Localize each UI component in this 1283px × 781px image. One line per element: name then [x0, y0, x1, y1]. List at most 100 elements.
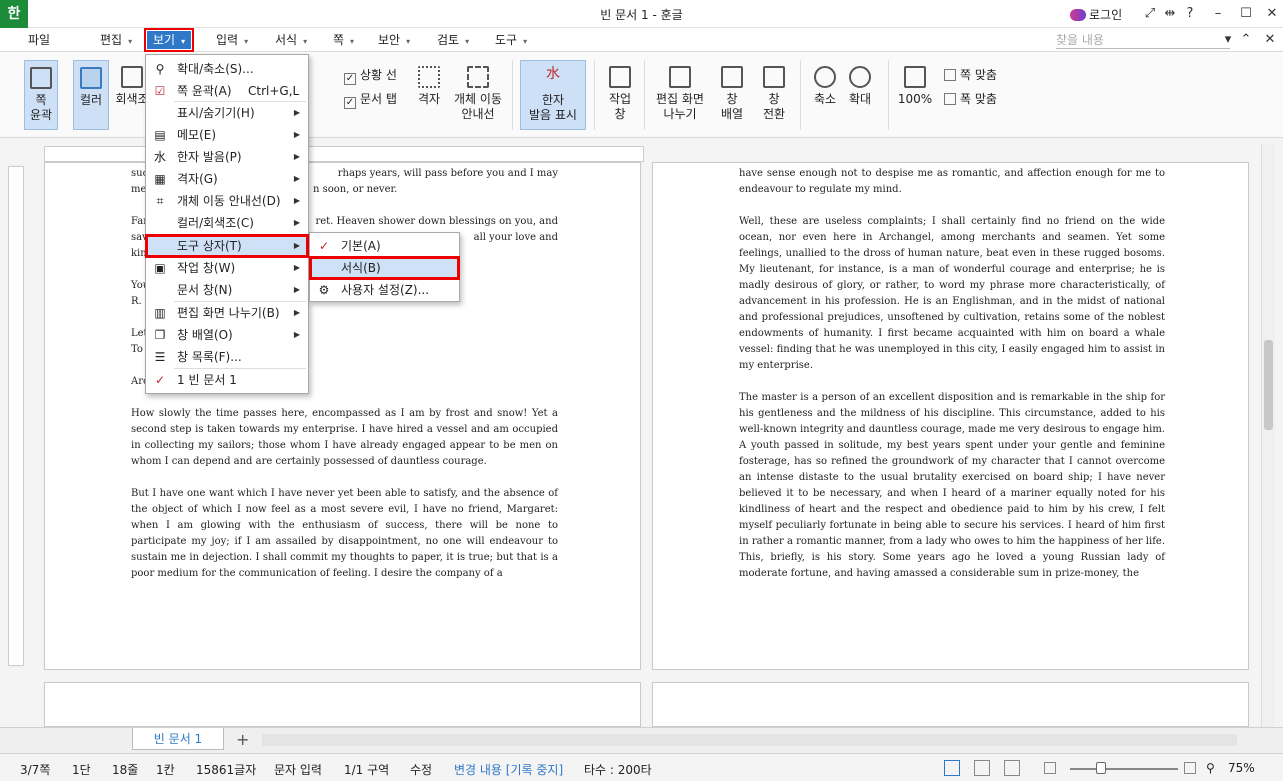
help-icon[interactable]: ? [1180, 4, 1200, 24]
doc-tab-checkbox[interactable]: ✓ 문서 탭 [344, 90, 397, 109]
title-bar: 한 빈 문서 1 - 훈글 로그인 ⤢ ⇹ ? – ☐ ✕ [0, 0, 1283, 28]
fit-page-button[interactable]: 쪽 맞춤 [944, 66, 997, 83]
submenu-arrow-icon: ▶ [293, 152, 300, 161]
view-menu-item-2[interactable]: 표시/숨기기(H) ▶ [146, 102, 308, 124]
view-width-icon[interactable] [974, 760, 990, 776]
menu-edit[interactable]: 편집 ▾ [100, 31, 132, 49]
menu-file[interactable]: 파일 [28, 31, 50, 49]
view-single-icon[interactable] [944, 760, 960, 776]
submenu-arrow-icon: ▶ [293, 218, 300, 227]
view-menu-item-13[interactable]: ☰ 창 목록(F)... [146, 346, 308, 368]
view-menu-item-1[interactable]: ☑ 쪽 윤곽(A) Ctrl+G,L [146, 80, 308, 102]
zoom-in-button[interactable]: 확대 [845, 66, 875, 107]
view-multi-icon[interactable] [1004, 760, 1020, 776]
search-icon[interactable]: ⚲ [1206, 761, 1215, 775]
object-guide-button[interactable]: 개체 이동 안내선 [450, 66, 506, 122]
zoom-in-icon[interactable] [1184, 762, 1196, 774]
view-menu-item-7[interactable]: 컬러/회색조(C) ▶ [146, 212, 308, 234]
paragraph: How slowly the time passes here, encompa… [131, 408, 558, 467]
zoom-out-icon[interactable] [1044, 762, 1056, 774]
minimize-icon[interactable]: – [1208, 4, 1228, 24]
hanja-icon: 水 [153, 150, 166, 164]
page-next-right[interactable] [652, 682, 1249, 727]
toolbox-item-2[interactable]: ⚙ 사용자 설정(Z)... [310, 279, 459, 301]
arrange-button[interactable]: 창 배열 [714, 66, 750, 122]
cascade-icon: ❐ [154, 328, 166, 342]
view-menu-item-10[interactable]: 문서 창(N) ▶ [146, 279, 308, 301]
zoom-slider-handle[interactable] [1096, 762, 1106, 774]
color-button[interactable]: 컬러 [73, 60, 109, 130]
login-button[interactable]: 로그인 [1070, 6, 1122, 23]
check-icon: ✓ [318, 239, 330, 253]
add-tab-button[interactable]: + [236, 730, 249, 749]
page-next-left[interactable] [44, 682, 641, 727]
user-settings-icon: ⚙ [318, 283, 330, 297]
toolbox-item-1[interactable]: 서식(B) [309, 256, 460, 280]
status-line-checkbox[interactable]: ✓ 상황 선 [344, 66, 397, 85]
split-icon[interactable]: ⇹ [1160, 4, 1180, 24]
view-menu-item-4[interactable]: 水 한자 발음(P) ▶ [146, 146, 308, 168]
scroll-thumb[interactable] [1264, 340, 1273, 430]
menu-insert[interactable]: 입력 ▾ [216, 31, 248, 49]
menu-view[interactable]: 보기 ▾ [143, 28, 195, 52]
status-page[interactable]: 3/7쪽 [20, 761, 50, 778]
grid-button[interactable]: 격자 [413, 66, 445, 107]
zoom-100-label: 100% [897, 92, 933, 106]
collapse-ribbon-icon[interactable]: ⌃ [1236, 30, 1256, 50]
document-tab-bar: 빈 문서 1 + [0, 727, 1283, 753]
work-window-button[interactable]: 작업 창 [604, 66, 636, 122]
chevron-down-icon: ▾ [303, 37, 308, 46]
close-doc-icon[interactable]: ✕ [1260, 30, 1280, 50]
zoom-level[interactable]: 75% [1228, 761, 1255, 775]
page-right-text[interactable]: have sense enough not to despise me as r… [739, 166, 1165, 598]
menu-item-label: 창 목록(F)... [177, 350, 242, 364]
submenu-arrow-icon: ▶ [293, 108, 300, 117]
menu-tools[interactable]: 도구 ▾ [495, 31, 527, 49]
page-right[interactable]: have sense enough not to despise me as r… [652, 162, 1249, 670]
status-mode[interactable]: 문자 입력 [274, 761, 322, 778]
horizontal-scrollbar[interactable] [262, 734, 1237, 746]
view-menu-item-8[interactable]: 도구 상자(T) ▶ [145, 234, 309, 258]
zoom-in-icon [849, 66, 871, 88]
view-menu-item-14[interactable]: ✓ 1 빈 문서 1 [146, 369, 308, 391]
search-input[interactable]: 찾을 내용 [1056, 31, 1230, 49]
vertical-scrollbar[interactable] [1261, 144, 1275, 727]
view-menu-item-0[interactable]: ⚲ 확대/축소(S)... [146, 58, 308, 80]
split-view-button[interactable]: 편집 화면 나누기 [652, 66, 708, 122]
view-menu-item-11[interactable]: ▥ 편집 화면 나누기(B) ▶ [146, 302, 308, 324]
toolbox-item-0[interactable]: ✓ 기본(A) [310, 235, 459, 257]
view-menu-item-9[interactable]: ▣ 작업 창(W) ▶ [146, 257, 308, 279]
fit-width-button[interactable]: 폭 맞춤 [944, 90, 997, 107]
chevron-down-icon[interactable]: ▾ [1218, 30, 1238, 50]
guide-icon: ⌗ [156, 194, 164, 208]
zoom-out-button[interactable]: 축소 [810, 66, 840, 107]
view-menu-item-12[interactable]: ❐ 창 배열(O) ▶ [146, 324, 308, 346]
status-edit[interactable]: 수정 [410, 761, 432, 778]
ribbon-separator [888, 60, 889, 130]
close-icon[interactable]: ✕ [1262, 4, 1282, 24]
menu-security[interactable]: 보안 ▾ [378, 31, 410, 49]
arrange-label: 창 배열 [720, 92, 744, 121]
menu-format[interactable]: 서식 ▾ [275, 31, 307, 49]
magnifier-icon: ⚲ [155, 62, 165, 76]
fullscreen-icon[interactable]: ⤢ [1140, 4, 1160, 24]
switch-button[interactable]: 창 전환 [756, 66, 792, 122]
view-menu-item-6[interactable]: ⌗ 개체 이동 안내선(D) ▶ [146, 190, 308, 212]
menu-item-label: 문서 창(N) [177, 283, 233, 297]
status-track[interactable]: 변경 내용 [기록 중지] [454, 761, 563, 778]
menu-page[interactable]: 쪽 ▾ [333, 31, 354, 49]
split-icon [669, 66, 691, 88]
tab-document-1[interactable]: 빈 문서 1 [132, 728, 224, 750]
hanja-pron-button[interactable]: 水 한자 발음 표시 [520, 60, 586, 130]
status-bar: 3/7쪽 1단 18줄 1칸 15861글자 문자 입력 1/1 구역 수정 변… [0, 753, 1283, 781]
vertical-ruler[interactable] [8, 166, 24, 666]
maximize-icon[interactable]: ☐ [1236, 4, 1256, 24]
zoom-100-button[interactable]: 100% [896, 66, 934, 107]
paragraph: The master is a person of an excellent d… [739, 392, 1165, 579]
view-menu-item-3[interactable]: ▤ 메모(E) ▶ [146, 124, 308, 146]
zoom-slider[interactable] [1070, 768, 1178, 770]
horizontal-ruler[interactable] [44, 146, 644, 162]
menu-review[interactable]: 검토 ▾ [437, 31, 469, 49]
page-outline-button[interactable]: 쪽 윤곽 [24, 60, 58, 130]
view-menu-item-5[interactable]: ▦ 격자(G) ▶ [146, 168, 308, 190]
